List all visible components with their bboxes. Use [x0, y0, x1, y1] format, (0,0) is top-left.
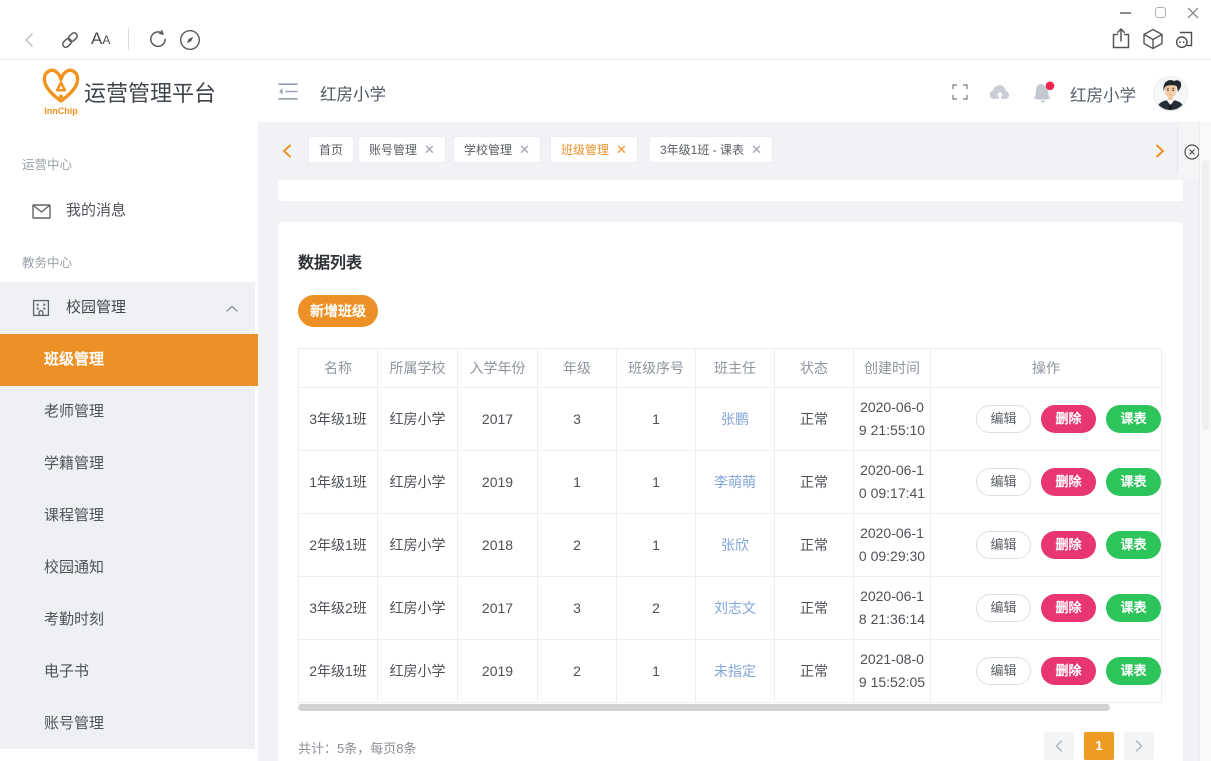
svg-text:InnChip: InnChip [44, 106, 78, 116]
